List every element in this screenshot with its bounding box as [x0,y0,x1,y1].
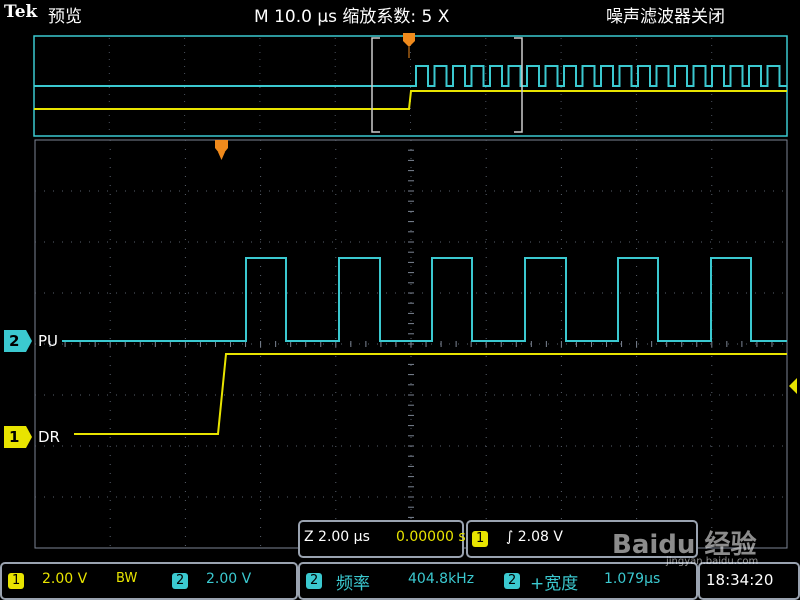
ch2-scale: 2.00 V [206,571,252,587]
ch1-marker-number: 1 [9,428,20,446]
ch2-chip: 2 [172,571,189,589]
brand-logo: Tek [4,2,38,22]
meas2-value: 1.079μs [604,571,661,587]
zoom-readout-panel[interactable]: Z 2.00 μs 0.00000 s [298,520,466,558]
meas1-value: 404.8kHz [408,571,475,587]
acquisition-mode: 预览 [48,7,82,27]
ch1-name-label: DR [38,428,60,446]
ch2-marker-number: 2 [9,332,20,350]
zoom-time-per-div: Z 2.00 μs [304,529,370,545]
noise-filter-status: 噪声滤波器关闭 [606,7,725,27]
zoom-position: 0.00000 s [396,529,466,545]
timebase-zoom-readout: M 10.0 μs 缩放系数: 5 X [254,2,449,27]
timebase-value: M 10.0 μs [254,7,337,27]
trigger-slope-level: ∫ 2.08 V [506,529,563,545]
bandwidth-limit-label: BW [116,571,138,586]
ch1-scale: 2.00 V [42,571,88,587]
meas2-name: +宽度 [530,574,579,594]
meas1-source-chip: 2 [306,571,323,589]
ch2-name-label: PU [38,332,59,350]
watermark-url: jingyan.baidu.com [666,556,759,567]
trigger-source: 1 [472,529,489,547]
ch1-chip: 1 [8,571,25,589]
measurement-panel[interactable]: 2 频率 404.8kHz 2 +宽度 1.079μs [298,562,698,600]
zoom-factor: 缩放系数: 5 X [342,7,450,27]
vertical-scale-panel[interactable]: 1 2.00 V BW 2 2.00 V [0,562,298,600]
meas1-name: 频率 [336,574,370,594]
meas2-source-chip: 2 [504,571,521,589]
trigger-level-marker-icon[interactable] [789,378,797,394]
oscilloscope-screen [4,33,797,549]
clock: 18:34:20 [706,571,774,589]
clock-panel: 18:34:20 [698,562,800,600]
